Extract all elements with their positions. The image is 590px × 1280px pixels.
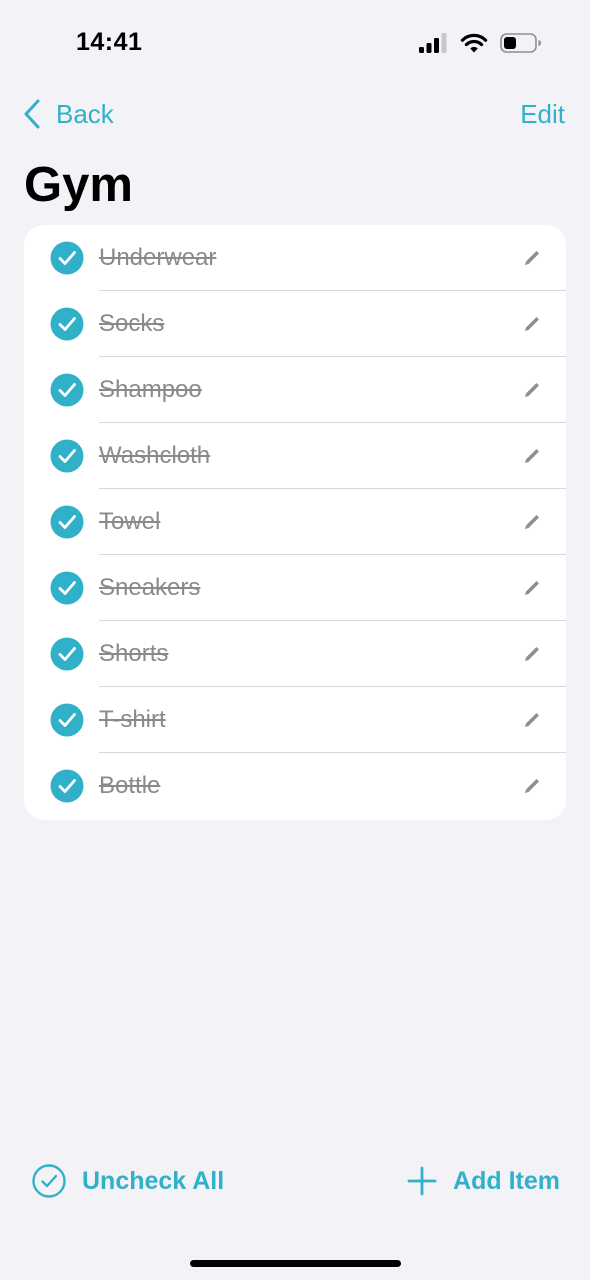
checkmark-circle-icon[interactable]: [50, 637, 84, 671]
page-title: Gym: [24, 158, 133, 212]
back-button[interactable]: Back: [22, 96, 114, 132]
checkmark-circle-icon[interactable]: [50, 571, 84, 605]
list-item[interactable]: Shorts: [24, 621, 566, 687]
item-label: Underwear: [99, 244, 217, 271]
item-label: Towel: [99, 508, 161, 535]
checkmark-circle-icon[interactable]: [50, 373, 84, 407]
item-label: Shorts: [99, 640, 169, 667]
pencil-icon[interactable]: [522, 314, 542, 334]
uncheck-all-button[interactable]: Uncheck All: [32, 1163, 224, 1199]
signal-icon: [419, 33, 447, 53]
checkmark-circle-icon[interactable]: [50, 505, 84, 539]
checkmark-circle-icon[interactable]: [50, 241, 84, 275]
status-bar: 14:41: [0, 0, 590, 90]
back-label: Back: [56, 98, 114, 129]
home-indicator[interactable]: [190, 1260, 401, 1267]
pencil-icon[interactable]: [522, 446, 542, 466]
list-item[interactable]: Sneakers: [24, 555, 566, 621]
checkmark-circle-icon[interactable]: [50, 769, 84, 803]
checkmark-circle-icon[interactable]: [50, 439, 84, 473]
pencil-icon[interactable]: [522, 578, 542, 598]
pencil-icon[interactable]: [522, 710, 542, 730]
pencil-icon[interactable]: [522, 512, 542, 532]
item-label: Bottle: [99, 772, 161, 799]
list-item[interactable]: Underwear: [24, 225, 566, 291]
chevron-left-icon: [24, 99, 40, 129]
list-item[interactable]: Towel: [24, 489, 566, 555]
list-item[interactable]: Washcloth: [24, 423, 566, 489]
list-item[interactable]: T-shirt: [24, 687, 566, 753]
add-item-button[interactable]: Add Item: [407, 1163, 560, 1199]
item-label: T-shirt: [99, 706, 166, 733]
checkmark-circle-icon[interactable]: [50, 307, 84, 341]
checkmark-circle-icon[interactable]: [50, 703, 84, 737]
status-icons: [418, 32, 542, 54]
uncheck-all-label: Uncheck All: [82, 1166, 225, 1195]
item-label: Sneakers: [99, 574, 201, 601]
item-label: Washcloth: [99, 442, 211, 469]
checklist: Underwear Socks Shampoo Washcloth Towel …: [24, 225, 566, 820]
pencil-icon[interactable]: [522, 644, 542, 664]
pencil-icon[interactable]: [522, 380, 542, 400]
list-item[interactable]: Bottle: [24, 753, 566, 819]
list-item[interactable]: Shampoo: [24, 357, 566, 423]
battery-icon: [500, 33, 541, 53]
wifi-icon: [460, 33, 488, 53]
item-label: Shampoo: [99, 376, 202, 403]
status-time: 14:41: [76, 28, 143, 56]
edit-button[interactable]: Edit: [520, 96, 565, 132]
checkmark-circle-outline-icon: [32, 1164, 66, 1198]
plus-icon: [407, 1166, 437, 1196]
pencil-icon[interactable]: [522, 248, 542, 268]
pencil-icon[interactable]: [522, 776, 542, 796]
add-item-label: Add Item: [453, 1166, 560, 1195]
list-item[interactable]: Socks: [24, 291, 566, 357]
item-label: Socks: [99, 310, 165, 337]
